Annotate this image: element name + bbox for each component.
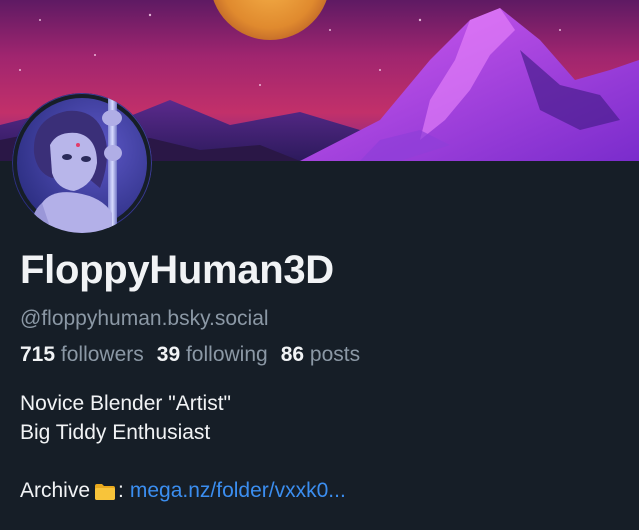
posts-count: 86 [280,343,305,366]
archive-link[interactable]: mega.nz/folder/vxxk0... [130,476,346,505]
bio-line-2: Big Tiddy Enthusiast [20,421,211,444]
profile-handle: @floppyhuman.bsky.social [20,307,269,330]
following-label: following [185,343,268,366]
bio-spacer [20,447,346,476]
posts-label: posts [309,343,361,366]
display-name: FloppyHuman3D [20,248,334,292]
folder-icon [95,483,116,500]
archive-colon: : [118,479,124,502]
following-count: 39 [156,343,181,366]
posts-stat: 86 posts [281,343,360,367]
following-link[interactable]: 39 following [157,343,268,367]
followers-link[interactable]: 715 followers [20,343,144,367]
followers-label: followers [60,343,144,366]
bio-archive-line: Archive : mega.nz/folder/vxxk0... [20,476,346,505]
avatar-image [12,93,152,233]
archive-prefix: Archive [20,479,91,502]
followers-count: 715 [20,343,56,366]
profile-page: FloppyHuman3D @floppyhuman.bsky.social 7… [0,0,639,530]
profile-bio: Novice Blender "Artist" Big Tiddy Enthus… [20,389,346,505]
profile-stats: 715 followers 39 following 86 posts [20,343,373,367]
bio-line-1: Novice Blender "Artist" [20,392,231,415]
avatar[interactable] [12,93,152,233]
